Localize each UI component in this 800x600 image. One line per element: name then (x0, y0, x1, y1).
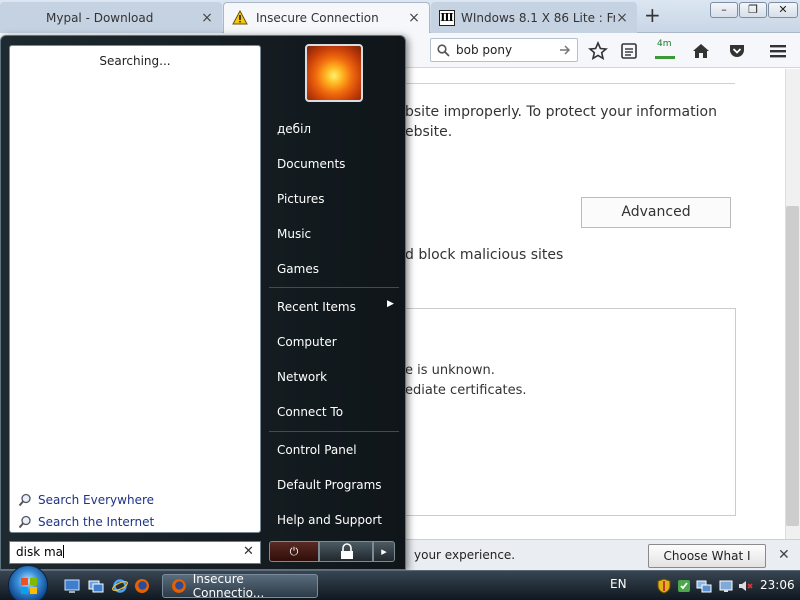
menu-item-help-support[interactable]: Help and Support (277, 513, 382, 527)
start-button[interactable] (8, 565, 48, 600)
detail-text-line2: ediate certificates. (405, 383, 527, 398)
warning-icon (232, 10, 248, 25)
search-results-pane: Searching... Search Everywhere Search th… (9, 45, 261, 533)
search-internet-link[interactable]: Search the Internet (18, 515, 154, 529)
download-badge: 4m (657, 39, 672, 49)
error-details-box (405, 308, 736, 516)
pocket-icon[interactable] (727, 41, 747, 61)
new-tab-button[interactable]: + (644, 4, 661, 26)
home-icon[interactable] (691, 41, 711, 61)
menu-separator (269, 287, 399, 288)
menu-separator (269, 431, 399, 432)
searching-status: Searching... (99, 54, 171, 68)
arrow-right-icon: ▸ (381, 545, 387, 558)
search-everywhere-label: Search Everywhere (38, 493, 154, 507)
internet-explorer-icon[interactable] (112, 578, 128, 594)
menu-item-default-programs[interactable]: Default Programs (277, 478, 382, 492)
tab-mypal-download[interactable]: Mypal - Download × (0, 2, 222, 33)
lock-button[interactable] (319, 541, 373, 562)
firefox-icon (171, 579, 186, 593)
switch-windows-icon[interactable] (88, 578, 104, 594)
taskbar-firefox-window[interactable]: Insecure Connectio... (162, 572, 318, 600)
language-indicator[interactable]: EN (610, 577, 627, 591)
tab-label: Insecure Connection (256, 11, 379, 25)
start-search-input[interactable]: disk ma (9, 541, 261, 564)
show-desktop-icon[interactable] (64, 578, 80, 594)
search-everywhere-link[interactable]: Search Everywhere (18, 493, 154, 507)
taskbar-window-label: Insecure Connectio... (192, 572, 265, 600)
start-search-value: disk ma (16, 545, 64, 559)
power-icon: ⏻ (289, 545, 299, 558)
menu-item-documents[interactable]: Documents (277, 157, 345, 171)
tab-insecure-connection[interactable]: Insecure Connection × (223, 2, 430, 33)
restore-button[interactable]: ❐ (739, 2, 767, 18)
scrollbar-thumb[interactable] (786, 206, 799, 526)
power-controls: ⏻ ▸ (269, 541, 395, 562)
menu-item-computer[interactable]: Computer (277, 335, 337, 349)
browser-tab-bar: Mypal - Download × Insecure Connection ×… (0, 0, 800, 33)
security-shield-icon[interactable] (656, 578, 672, 594)
tab-label: Mypal - Download (46, 10, 154, 25)
minimize-button[interactable]: – (710, 2, 738, 18)
search-icon (18, 493, 31, 507)
power-button[interactable]: ⏻ (269, 541, 319, 562)
volume-muted-icon[interactable] (737, 578, 753, 594)
downloads-button[interactable]: 4m (654, 39, 680, 59)
search-internet-label: Search the Internet (38, 515, 155, 529)
search-go-icon[interactable] (559, 44, 571, 56)
display-icon[interactable] (718, 578, 734, 594)
choose-what-i-share-button[interactable]: Choose What I Share (648, 544, 766, 585)
search-icon (437, 43, 450, 57)
user-avatar[interactable] (305, 44, 363, 102)
power-options-button[interactable]: ▸ (373, 541, 395, 562)
block-sites-text: d block malicious sites (405, 247, 564, 263)
network-icon[interactable] (696, 578, 712, 594)
menu-item-games[interactable]: Games (277, 262, 319, 276)
search-query: bob pony (456, 43, 513, 57)
search-input[interactable]: bob pony (430, 38, 578, 62)
clock[interactable]: 23:06 (760, 578, 795, 592)
close-icon[interactable]: × (407, 10, 421, 26)
submenu-arrow-icon: ▶ (387, 299, 394, 309)
windows-logo-icon (21, 578, 37, 594)
notification-text: your experience. (414, 548, 516, 562)
close-icon[interactable]: ✕ (778, 547, 790, 563)
taskbar: Insecure Connectio... EN 23:06 (0, 565, 800, 600)
hamburger-menu-icon[interactable] (768, 41, 788, 61)
divider (405, 83, 735, 84)
menu-item-control-panel[interactable]: Control Panel (277, 443, 357, 457)
archive-site-icon: Ⅲ (439, 9, 455, 26)
lock-icon (341, 543, 353, 559)
clear-search-icon[interactable]: ✕ (243, 544, 254, 559)
close-icon[interactable]: × (615, 10, 629, 26)
close-icon[interactable]: × (200, 10, 214, 26)
detail-text-line1: e is unknown. (405, 363, 495, 378)
menu-item-connect-to[interactable]: Connect To (277, 405, 343, 419)
reading-list-icon[interactable] (619, 41, 639, 61)
menu-item-pictures[interactable]: Pictures (277, 192, 325, 206)
advanced-button[interactable]: Advanced (581, 197, 731, 228)
start-menu: Searching... Search Everywhere Search th… (0, 35, 406, 570)
tab-label: WIndows 8.1 X 86 Lite : Fre... (461, 10, 615, 25)
warning-text-line1: bsite improperly. To protect your inform… (405, 104, 717, 120)
firefox-icon[interactable] (134, 578, 150, 594)
bookmark-star-icon[interactable] (588, 41, 608, 61)
sync-icon[interactable] (676, 578, 692, 594)
menu-item-user[interactable]: дебіл (277, 122, 311, 136)
window-close-button[interactable]: ✕ (768, 2, 798, 18)
text-caret (63, 545, 65, 558)
warning-text-line2: ebsite. (405, 124, 453, 140)
menu-item-network[interactable]: Network (277, 370, 327, 384)
tab-windows-lite[interactable]: Ⅲ WIndows 8.1 X 86 Lite : Fre... × (431, 2, 637, 33)
menu-item-recent-items[interactable]: Recent Items (277, 300, 356, 314)
menu-item-music[interactable]: Music (277, 227, 311, 241)
download-arrow-icon (655, 56, 675, 59)
search-icon (18, 515, 31, 529)
